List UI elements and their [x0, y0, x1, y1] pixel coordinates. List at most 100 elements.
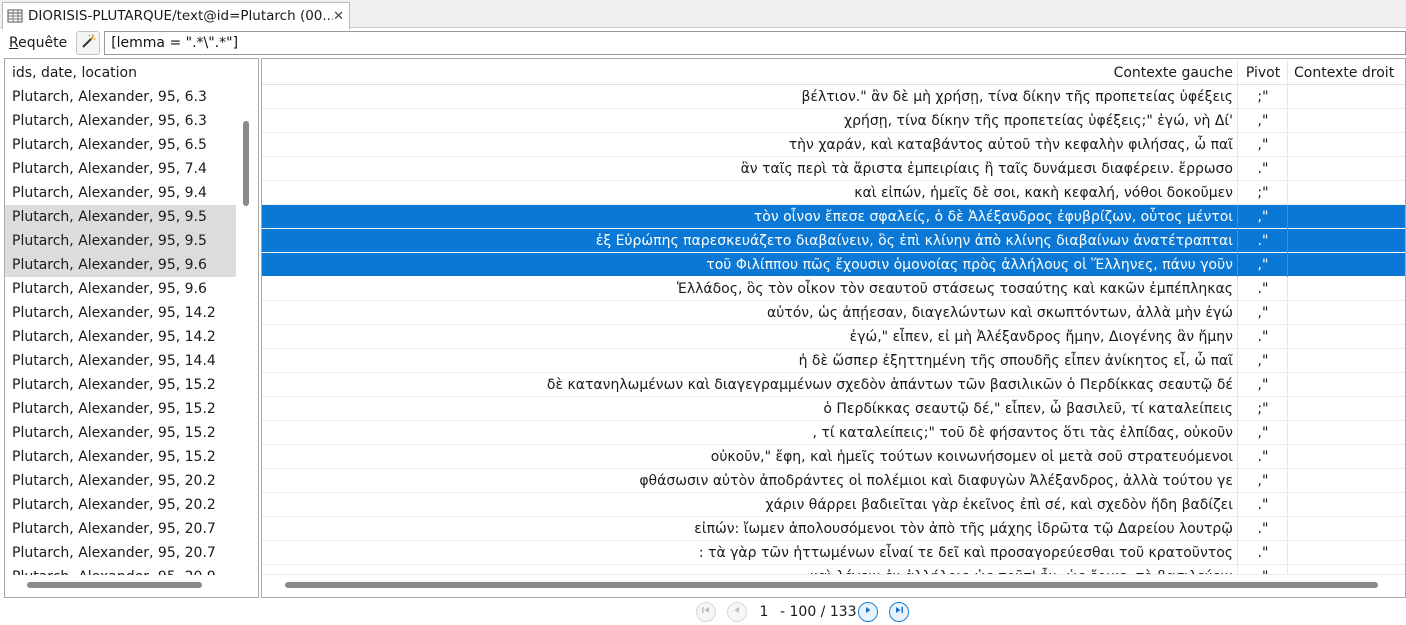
pivot-cell: ,": [1239, 205, 1288, 229]
next-page-button[interactable]: [858, 602, 878, 622]
horizontal-scrollbar[interactable]: [27, 582, 202, 588]
table-row[interactable]: Plutarch, Alexander, 95, 9.6: [5, 253, 236, 277]
next-page-icon: [862, 604, 874, 620]
right-context-cell: [1289, 445, 1405, 469]
column-header-right-context[interactable]: Contexte droit: [1289, 61, 1405, 85]
pivot-cell: ,": [1239, 109, 1288, 133]
pivot-cell: ;": [1239, 397, 1288, 421]
horizontal-scrollbar[interactable]: [285, 582, 1378, 588]
table-row[interactable]: βέλτιον." ἂν δὲ μὴ χρήσῃ, τίνα δίκην τῆς…: [262, 85, 1405, 109]
last-page-button[interactable]: [889, 602, 909, 622]
table-row[interactable]: οὐκοῦν," ἔφη, καὶ ἡμεῖς τούτων κοινωνήσο…: [262, 445, 1405, 469]
table-row[interactable]: ἡ δὲ ὥσπερ ἐξηττημένη τῆς σπουδῆς εἶπεν …: [262, 349, 1405, 373]
table-row[interactable]: Ἑλλάδος, ὃς τὸν οἶκον τὸν σεαυτοῦ στάσεω…: [262, 277, 1405, 301]
vertical-scrollbar[interactable]: [243, 121, 249, 206]
table-row[interactable]: Plutarch, Alexander, 95, 15.2: [5, 397, 236, 421]
table-row[interactable]: Plutarch, Alexander, 95, 6.5: [5, 133, 236, 157]
left-context-cell: ἡ δὲ ὥσπερ ἐξηττημένη τῆς σπουδῆς εἶπεν …: [262, 349, 1238, 373]
left-context-cell: Ἑλλάδος, ὃς τὸν οἶκον τὸν σεαυτοῦ στάσεω…: [262, 277, 1238, 301]
table-row[interactable]: τὴν χαράν, καὶ καταβάντος αὐτοῦ τὴν κεφα…: [262, 133, 1405, 157]
left-context-cell: τὸν οἶνον ἔπεσε σφαλείς, ὁ δὲ Ἀλέξανδρος…: [262, 205, 1238, 229]
left-context-cell: ἐγώ," εἶπεν, εἰ μὴ Ἀλέξανδρος ἤμην, Διογ…: [262, 325, 1238, 349]
table-row[interactable]: εἰπών: ἴωμεν ἀπολουσόμενοι τὸν ἀπὸ τῆς μ…: [262, 517, 1405, 541]
table-row[interactable]: Plutarch, Alexander, 95, 20.9: [5, 565, 236, 575]
table-row[interactable]: ἂν ταῖς περὶ τὰ ἄριστα ἐμπειρίαις ἢ ταῖς…: [262, 157, 1405, 181]
table-row[interactable]: δὲ κατανηλωμένων καὶ διαγεγραμμένων σχεδ…: [262, 373, 1405, 397]
page-range-label: - 100 / 133: [780, 604, 857, 620]
table-row-selected[interactable]: ἐξ Εὐρώπης παρεσκευάζετο διαβαίνειν, ὃς …: [262, 229, 1405, 253]
table-row[interactable]: Plutarch, Alexander, 95, 6.3: [5, 85, 236, 109]
table-row-selected[interactable]: τὸν οἶνον ἔπεσε σφαλείς, ὁ δὲ Ἀλέξανδρος…: [262, 205, 1405, 229]
left-context-cell: ἂν ταῖς περὶ τὰ ἄριστα ἐμπειρίαις ἢ ταῖς…: [262, 157, 1238, 181]
left-context-cell: φθάσωσιν αὐτὸν ἀποδράντες οἱ πολέμιοι κα…: [262, 469, 1238, 493]
query-input[interactable]: [104, 31, 1406, 55]
previous-page-button[interactable]: [727, 602, 747, 622]
right-context-cell: [1289, 421, 1405, 445]
editor-tab-bar: DIORISIS-PLUTARQUE/text@id=Plutarch (00.…: [0, 0, 1406, 29]
editor-tab[interactable]: DIORISIS-PLUTARQUE/text@id=Plutarch (00.…: [2, 2, 350, 29]
right-context-cell: [1289, 493, 1405, 517]
pivot-cell: .": [1239, 277, 1288, 301]
table-row[interactable]: καὶ εἰπών, ἡμεῖς δὲ σοι, κακὴ κεφαλή, νό…: [262, 181, 1405, 205]
pivot-cell: .": [1239, 517, 1288, 541]
magic-wand-icon: [80, 33, 96, 53]
table-row[interactable]: ἐγώ," εἶπεν, εἰ μὴ Ἀλέξανδρος ἤμην, Διογ…: [262, 325, 1405, 349]
right-context-cell: [1289, 85, 1405, 109]
column-header-pivot[interactable]: Pivot: [1239, 61, 1288, 85]
left-context-cell: ἐξ Εὐρώπης παρεσκευάζετο διαβαίνειν, ὃς …: [262, 229, 1238, 253]
table-row[interactable]: , τί καταλείπεις;" τοῦ δὲ φήσαντος ὅτι τ…: [262, 421, 1405, 445]
table-row[interactable]: ὁ Περδίκκας σεαυτῷ δέ," εἶπεν, ὦ βασιλεῦ…: [262, 397, 1405, 421]
table-row[interactable]: Plutarch, Alexander, 95, 20.2: [5, 469, 236, 493]
table-row[interactable]: Plutarch, Alexander, 95, 14.4: [5, 349, 236, 373]
right-context-cell: [1289, 205, 1405, 229]
table-row[interactable]: Plutarch, Alexander, 95, 9.6: [5, 277, 236, 301]
left-context-cell: χάριν θάρρει βαδιεῖται γὰρ ἐκεῖνος ἐπὶ σ…: [262, 493, 1238, 517]
pivot-cell: .": [1239, 445, 1288, 469]
first-page-button[interactable]: [696, 602, 716, 622]
left-context-cell: ὁ Περδίκκας σεαυτῷ δέ," εἶπεν, ὦ βασιλεῦ…: [262, 397, 1238, 421]
table-row[interactable]: Plutarch, Alexander, 95, 9.5: [5, 205, 236, 229]
left-context-cell: δὲ κατανηλωμένων καὶ διαγεγραμμένων σχεδ…: [262, 373, 1238, 397]
table-row[interactable]: Plutarch, Alexander, 95, 6.3: [5, 109, 236, 133]
table-row[interactable]: Plutarch, Alexander, 95, 15.2: [5, 445, 236, 469]
table-row[interactable]: Plutarch, Alexander, 95, 15.2: [5, 373, 236, 397]
table-row[interactable]: καὶ λέγειν ἐν ἀλλήλοις ὡς τοῦτ' ἦν, ὡς ἔ…: [262, 565, 1405, 575]
pivot-cell: ,": [1239, 253, 1288, 277]
references-table: ids, date, location Plutarch, Alexander,…: [4, 58, 259, 598]
pivot-cell: .": [1239, 229, 1288, 253]
pivot-cell: ,": [1239, 349, 1288, 373]
table-row[interactable]: Plutarch, Alexander, 95, 9.5: [5, 229, 236, 253]
table-row[interactable]: χάριν θάρρει βαδιεῖται γὰρ ἐκεῖνος ἐπὶ σ…: [262, 493, 1405, 517]
pivot-cell: ,": [1239, 373, 1288, 397]
pivot-cell: .": [1239, 325, 1288, 349]
query-assistant-button[interactable]: [76, 31, 101, 55]
previous-page-icon: [731, 604, 743, 620]
table-row[interactable]: φθάσωσιν αὐτὸν ἀποδράντες οἱ πολέμιοι κα…: [262, 469, 1405, 493]
left-context-cell: τοῦ Φιλίππου πῶς ἔχουσιν ὁμονοίας πρὸς ἀ…: [262, 253, 1238, 277]
current-page-field[interactable]: 1: [752, 602, 776, 622]
table-row[interactable]: αὐτόν, ὡς ἀπῄεσαν, διαγελώντων καὶ σκωπτ…: [262, 301, 1405, 325]
table-row[interactable]: Plutarch, Alexander, 95, 14.2: [5, 301, 236, 325]
table-row[interactable]: Plutarch, Alexander, 95, 9.4: [5, 181, 236, 205]
table-row[interactable]: : τὰ γὰρ τῶν ἡττωμένων εἶναί τε δεῖ καὶ …: [262, 541, 1405, 565]
table-row-selected[interactable]: τοῦ Φιλίππου πῶς ἔχουσιν ὁμονοίας πρὸς ἀ…: [262, 253, 1405, 277]
pivot-cell: ,": [1239, 301, 1288, 325]
right-context-cell: [1289, 469, 1405, 493]
table-row[interactable]: Plutarch, Alexander, 95, 15.2: [5, 421, 236, 445]
table-row[interactable]: Plutarch, Alexander, 95, 14.2: [5, 325, 236, 349]
left-context-cell: , τί καταλείπεις;" τοῦ δὲ φήσαντος ὅτι τ…: [262, 421, 1238, 445]
table-row[interactable]: Plutarch, Alexander, 95, 20.2: [5, 493, 236, 517]
left-context-cell: βέλτιον." ἂν δὲ μὴ χρήσῃ, τίνα δίκην τῆς…: [262, 85, 1238, 109]
table-row[interactable]: χρήσῃ, τίνα δίκην τῆς προπετείας ὑφέξεις…: [262, 109, 1405, 133]
pivot-cell: .": [1239, 541, 1288, 565]
close-icon[interactable]: ✕: [333, 9, 344, 24]
table-row[interactable]: Plutarch, Alexander, 95, 7.4: [5, 157, 236, 181]
first-page-icon: [700, 604, 712, 620]
right-context-cell: [1289, 325, 1405, 349]
column-header-left-context[interactable]: Contexte gauche: [262, 61, 1238, 85]
concordance-table: Contexte gauche Pivot Contexte droit βέλ…: [261, 58, 1406, 598]
table-row[interactable]: Plutarch, Alexander, 95, 20.7: [5, 541, 236, 565]
left-context-cell: καὶ εἰπών, ἡμεῖς δὲ σοι, κακὴ κεφαλή, νό…: [262, 181, 1238, 205]
table-row[interactable]: Plutarch, Alexander, 95, 20.7: [5, 517, 236, 541]
column-header-references[interactable]: ids, date, location: [5, 61, 236, 85]
